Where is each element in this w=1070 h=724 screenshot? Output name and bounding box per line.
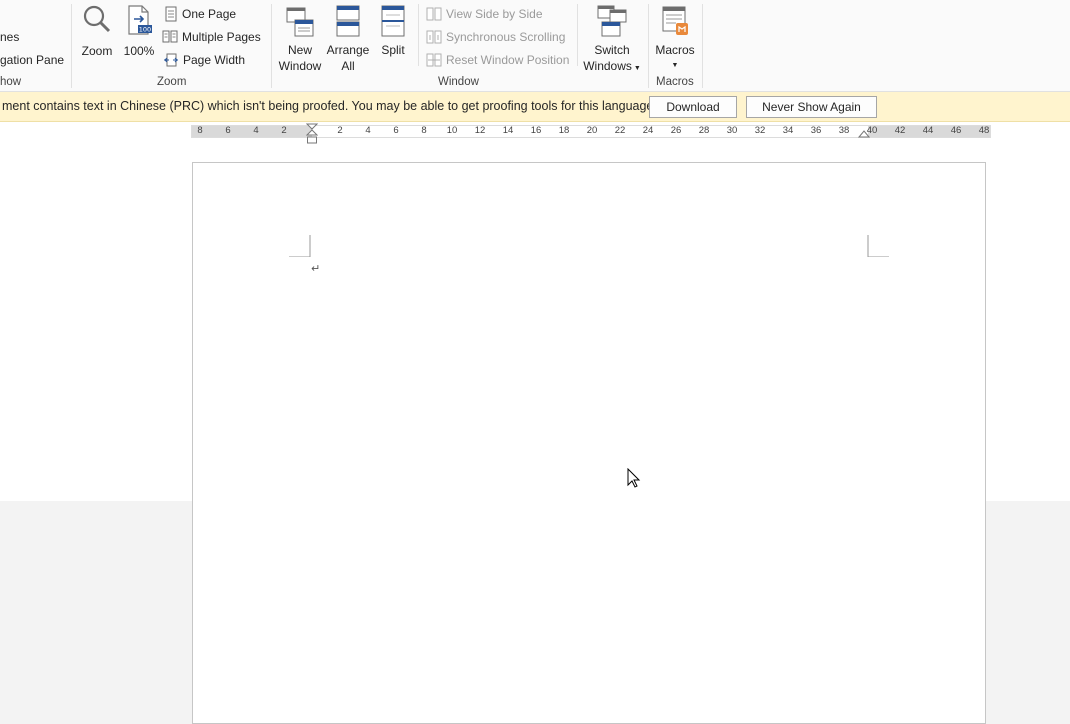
svg-text:100: 100 (139, 26, 151, 34)
split-label: Split (381, 43, 405, 57)
side-by-side-icon (426, 7, 442, 21)
ruler-tick-label: 2 (337, 125, 343, 136)
ruler-tick-label: 14 (502, 125, 514, 136)
group-separator (702, 4, 703, 88)
ruler-tick-label: 34 (782, 125, 794, 136)
indent-marker-icon[interactable] (306, 123, 318, 145)
group-label-zoom: Zoom (157, 76, 187, 88)
dropdown-arrow-icon: ▼ (671, 62, 679, 69)
ruler-tick-label: 38 (838, 125, 850, 136)
ruler-tick-label: 2 (281, 125, 287, 136)
ruler-tick-label: 30 (726, 125, 738, 136)
macros-button[interactable]: Macros ▼ (652, 4, 698, 74)
never-show-again-button[interactable]: Never Show Again (746, 96, 877, 118)
ruler-tick-label: 10 (446, 125, 458, 136)
page-width-button[interactable]: Page Width (163, 50, 245, 70)
switch-windows-icon (597, 5, 627, 37)
group-separator (71, 4, 72, 88)
ruler-tick-label: 6 (393, 125, 399, 136)
magnifier-icon (83, 5, 111, 33)
arrange-all-icon (336, 5, 360, 37)
macros-icon (662, 6, 688, 35)
ruler-tick-label: 32 (754, 125, 766, 136)
document-page[interactable]: ↵ (192, 162, 986, 724)
margin-corner-top-right (867, 235, 889, 257)
sync-scroll-icon (426, 30, 442, 44)
reset-window-position-button[interactable]: Reset Window Position (426, 50, 569, 70)
new-window-icon (286, 7, 314, 37)
zoom-button[interactable]: Zoom (78, 4, 116, 59)
group-separator (648, 4, 649, 88)
ruler-left-margin (192, 126, 312, 137)
switch-windows-label-1: Switch (594, 43, 630, 57)
multiple-pages-label: Multiple Pages (182, 30, 261, 44)
switch-windows-button[interactable]: Switch Windows ▼ (581, 4, 643, 77)
one-page-label: One Page (182, 7, 237, 21)
ruler-tick-label: 4 (365, 125, 371, 136)
paragraph-mark: ↵ (311, 263, 321, 275)
switch-windows-label-2: Windows (583, 59, 632, 73)
ruler-tick-label: 8 (197, 125, 203, 136)
one-page-button[interactable]: One Page (164, 4, 236, 24)
ribbon: nes gation Pane how Zoom 100 100% One Pa… (0, 0, 1070, 92)
ruler-tick-label: 36 (810, 125, 822, 136)
ruler-tick-label: 4 (253, 125, 259, 136)
view-side-by-side-button[interactable]: View Side by Side (426, 4, 543, 24)
one-page-icon (165, 6, 177, 22)
ruler-tick-label: 48 (978, 125, 990, 136)
info-bar-message: ment contains text in Chinese (PRC) whic… (2, 99, 657, 113)
synchronous-scrolling-button[interactable]: Synchronous Scrolling (426, 27, 565, 47)
ruler-tick-label: 46 (950, 125, 962, 136)
group-label-show: how (0, 76, 22, 88)
ruler-tick-label: 42 (894, 125, 906, 136)
show-item-gridlines[interactable]: nes (0, 30, 19, 44)
zoom-100-button[interactable]: 100 100% (121, 4, 157, 59)
group-separator (271, 4, 272, 88)
split-icon (381, 5, 405, 37)
dropdown-arrow-icon: ▼ (631, 65, 641, 72)
margin-corner-top-left (289, 235, 311, 257)
ruler-tick-label: 26 (670, 125, 682, 136)
group-label-macros: Macros (656, 76, 694, 88)
ruler-tick-label: 8 (421, 125, 427, 136)
proofing-info-bar: ment contains text in Chinese (PRC) whic… (0, 92, 1070, 122)
show-item-navigation-pane[interactable]: gation Pane (0, 53, 64, 67)
reset-window-icon (426, 53, 442, 67)
group-separator (418, 4, 419, 66)
multiple-pages-icon (162, 30, 178, 43)
ruler-tick-label: 44 (922, 125, 934, 136)
new-window-label-1: New (287, 43, 312, 57)
new-window-button[interactable]: New Window (276, 4, 324, 74)
arrange-all-label-2: All (341, 59, 355, 73)
ruler-tick-label: 24 (642, 125, 654, 136)
right-indent-marker-icon[interactable] (858, 128, 870, 138)
group-label-window: Window (438, 76, 479, 88)
arrange-all-label-1: Arrange (326, 43, 370, 57)
group-separator (577, 4, 578, 66)
arrange-all-button[interactable]: Arrange All (325, 4, 371, 74)
mouse-cursor-icon (627, 468, 641, 488)
ruler-tick-label: 6 (225, 125, 231, 136)
page-width-icon (164, 53, 178, 67)
ruler-tick-label: 16 (530, 125, 542, 136)
page-width-label: Page Width (183, 53, 246, 67)
macros-label: Macros (655, 43, 695, 57)
reset-window-position-label: Reset Window Position (446, 53, 570, 67)
new-window-label-2: Window (278, 59, 322, 73)
ruler-tick-label: 22 (614, 125, 626, 136)
zoom-100-label: 100% (123, 44, 155, 58)
page-100-icon: 100 (128, 5, 152, 35)
multiple-pages-button[interactable]: Multiple Pages (162, 27, 261, 47)
ruler-tick-label: 20 (586, 125, 598, 136)
ruler-tick-label: 18 (558, 125, 570, 136)
view-side-by-side-label: View Side by Side (446, 7, 543, 21)
zoom-label: Zoom (81, 44, 113, 58)
split-button[interactable]: Split (376, 4, 410, 58)
synchronous-scrolling-label: Synchronous Scrolling (446, 30, 566, 44)
download-button[interactable]: Download (649, 96, 737, 118)
ruler-tick-label: 28 (698, 125, 710, 136)
ruler-tick-label: 12 (474, 125, 486, 136)
